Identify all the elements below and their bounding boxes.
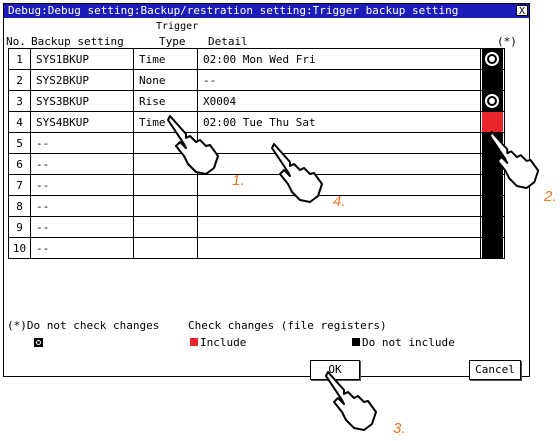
legend-check-changes: Check changes (file registers) <box>188 319 387 332</box>
callout-4: 4. <box>333 193 346 210</box>
close-icon[interactable]: X <box>516 5 528 17</box>
table-row[interactable]: 6 -- <box>8 153 505 175</box>
legend-not-include-label: Do not include <box>362 336 455 349</box>
detail-cell: 02:00 Tue Thu Sat <box>197 111 481 133</box>
detail-cell <box>197 132 481 154</box>
column-header-backup-setting: Backup setting <box>31 35 124 48</box>
table-row[interactable]: 1 SYS1BKUP Time 02:00 Mon Wed Fri <box>8 48 505 70</box>
row-number: 2 <box>8 69 31 91</box>
change-check-cell <box>480 195 505 217</box>
trigger-type-cell <box>133 195 198 217</box>
table-row[interactable]: 9 -- <box>8 216 505 238</box>
column-header-trigger-line1: Trigger <box>156 21 199 32</box>
no-check-toggle-icon[interactable] <box>482 91 503 111</box>
table-row[interactable]: 3 SYS3BKUP Rise X0004 <box>8 90 505 112</box>
hand-pointer-icon <box>167 115 219 175</box>
backup-setting-cell: SYS2BKUP <box>30 69 134 91</box>
trigger-type-cell <box>133 216 198 238</box>
row-number: 10 <box>8 237 31 259</box>
detail-cell: 02:00 Mon Wed Fri <box>197 48 481 70</box>
table-row[interactable]: 2 SYS2BKUP None -- <box>8 69 505 91</box>
cancel-button[interactable]: Cancel <box>469 360 521 380</box>
row-number: 6 <box>8 153 31 175</box>
column-header-detail: Detail <box>208 35 248 48</box>
backup-setting-cell: -- <box>30 132 134 154</box>
column-header-trigger-type: Type <box>159 35 186 48</box>
table-row[interactable]: 4 SYS4BKUP Time 02:00 Tue Thu Sat <box>8 111 505 133</box>
row-number: 8 <box>8 195 31 217</box>
column-header-status: (*) <box>497 35 517 48</box>
trigger-backup-table: 1 SYS1BKUP Time 02:00 Mon Wed Fri 2 SYS2BKUP N… <box>8 48 505 259</box>
table-row[interactable]: 5 -- <box>8 132 505 154</box>
legend-no-check-icon <box>34 337 45 350</box>
table-row[interactable]: 8 -- <box>8 195 505 217</box>
column-header-no: No. <box>6 35 26 48</box>
backup-setting-cell: -- <box>30 195 134 217</box>
table-row[interactable]: 7 -- <box>8 174 505 196</box>
change-check-cell <box>480 237 505 259</box>
trigger-type-cell: None <box>133 69 198 91</box>
detail-cell: -- <box>197 69 481 91</box>
table-row[interactable]: 10 -- <box>8 237 505 259</box>
not-include-toggle-button[interactable] <box>482 238 503 258</box>
backup-setting-cell: -- <box>30 237 134 259</box>
window-titlebar: Debug:Debug setting:Backup/restration se… <box>4 4 529 18</box>
legend-no-check: (*)Do not check changes <box>7 319 160 332</box>
change-check-cell <box>480 48 505 70</box>
backup-setting-cell: SYS4BKUP <box>30 111 134 133</box>
detail-cell <box>197 237 481 259</box>
detail-cell: X0004 <box>197 90 481 112</box>
trigger-type-cell <box>133 237 198 259</box>
trigger-type-cell: Time <box>133 48 198 70</box>
callout-1: 1. <box>232 172 245 189</box>
row-number: 4 <box>8 111 31 133</box>
not-include-toggle-button[interactable] <box>482 217 503 237</box>
change-check-cell <box>480 216 505 238</box>
change-check-cell <box>480 69 505 91</box>
row-number: 1 <box>8 48 31 70</box>
legend-include: Include <box>190 336 246 349</box>
row-number: 5 <box>8 132 31 154</box>
backup-setting-cell: -- <box>30 174 134 196</box>
backup-setting-cell: SYS1BKUP <box>30 48 134 70</box>
hand-pointer-icon <box>271 143 323 203</box>
not-include-toggle-button[interactable] <box>482 70 503 90</box>
hand-pointer-icon <box>325 371 377 431</box>
window-title: Debug:Debug setting:Backup/restration se… <box>8 4 459 17</box>
detail-cell <box>197 216 481 238</box>
change-check-cell <box>480 90 505 112</box>
backup-setting-cell: -- <box>30 216 134 238</box>
row-number: 3 <box>8 90 31 112</box>
not-include-swatch-icon <box>352 338 360 346</box>
no-check-toggle-icon[interactable] <box>482 49 503 69</box>
row-number: 7 <box>8 174 31 196</box>
legend-include-label: Include <box>200 336 247 349</box>
hand-pointer-icon <box>488 131 540 189</box>
not-include-toggle-button[interactable] <box>482 196 503 216</box>
trigger-type-cell: Rise <box>133 90 198 112</box>
callout-3: 3. <box>393 420 406 437</box>
backup-setting-cell: SYS3BKUP <box>30 90 134 112</box>
callout-2: 2. <box>544 188 557 205</box>
backup-setting-cell: -- <box>30 153 134 175</box>
legend-not-include: Do not include <box>352 336 455 349</box>
include-swatch-icon <box>190 338 198 346</box>
row-number: 9 <box>8 216 31 238</box>
